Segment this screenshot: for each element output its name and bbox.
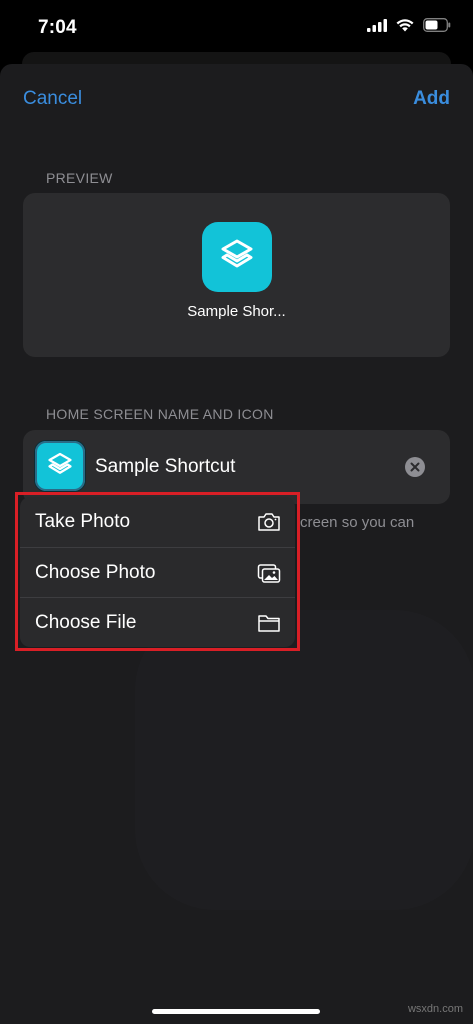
cancel-button[interactable]: Cancel (23, 88, 82, 110)
cellular-signal-icon (367, 18, 387, 32)
shortcut-preview-icon (202, 222, 272, 292)
home-screen-section-label: HOME SCREEN NAME AND ICON (46, 406, 274, 422)
shortcut-name-field[interactable]: Sample Shortcut (95, 456, 235, 478)
layers-icon (221, 239, 253, 268)
add-button[interactable]: Add (413, 88, 450, 110)
highlight-annotation (15, 492, 300, 651)
layers-icon (48, 452, 72, 474)
home-screen-footer-text: creen so you can (300, 514, 415, 531)
watermark: wsxdn.com (407, 1003, 463, 1015)
close-icon (410, 462, 420, 472)
status-time: 7:04 (38, 17, 77, 38)
preview-shortcut-name: Sample Shor... (187, 303, 286, 320)
wifi-icon (396, 18, 414, 31)
shortcut-icon-button[interactable] (35, 441, 85, 491)
battery-icon (423, 18, 451, 32)
status-bar: 7:04 (0, 0, 473, 56)
home-indicator[interactable] (152, 1009, 320, 1014)
preview-section-label: PREVIEW (46, 170, 113, 186)
clear-text-button[interactable] (405, 457, 425, 477)
background-artwork (135, 610, 473, 910)
